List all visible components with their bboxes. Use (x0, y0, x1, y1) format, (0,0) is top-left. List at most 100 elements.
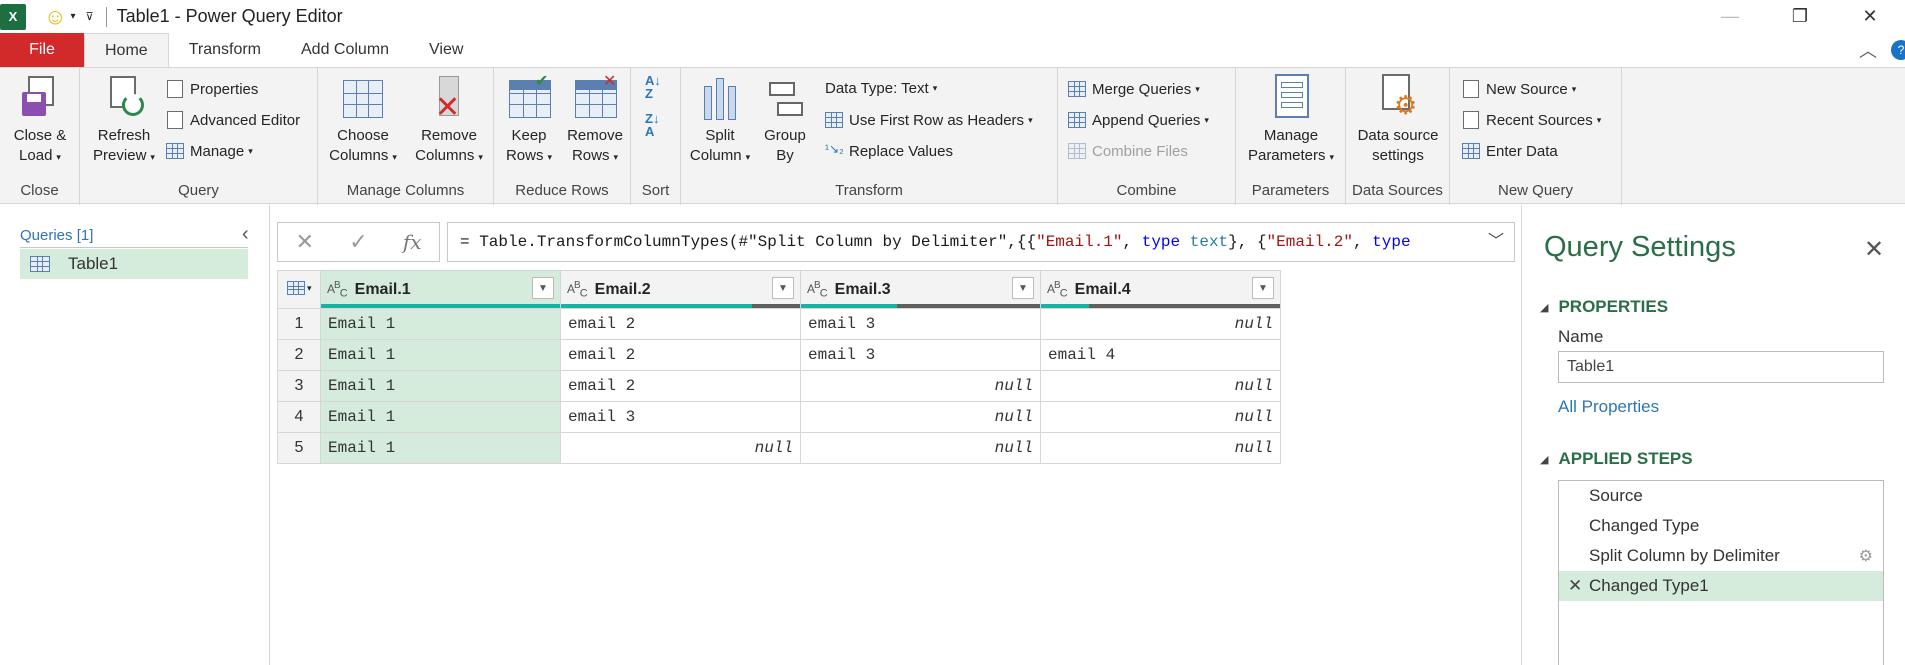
collapse-ribbon-icon[interactable]: ︿ (1859, 37, 1877, 63)
keep-rows-button[interactable]: ✔ Keep Rows ▾ (498, 73, 560, 167)
keep-rows-label-2: Rows ▾ (505, 147, 553, 164)
minimize-button[interactable]: — (1695, 0, 1765, 33)
table-cell[interactable]: Email 1 (320, 370, 561, 402)
row-number[interactable]: 2 (277, 339, 321, 371)
tab-file[interactable]: File (0, 33, 84, 67)
remove-rows-button[interactable]: ✕ Remove Rows ▾ (562, 73, 628, 167)
table-menu-button[interactable]: ▾ (277, 270, 321, 309)
feedback-dropdown-icon[interactable]: ▾ (70, 11, 75, 22)
refresh-preview-button[interactable]: Refresh Preview ▾ (84, 74, 164, 167)
group-manage-columns: Choose Columns ▾ ✕ Remove Columns ▾ Manage… (318, 68, 494, 205)
customize-quick-access-icon[interactable]: ⊽ (86, 10, 94, 23)
row-number[interactable]: 5 (277, 432, 321, 464)
table-cell[interactable]: email 3 (800, 339, 1041, 371)
properties-button[interactable]: Properties (166, 80, 258, 98)
sort-ascending-button[interactable]: A↓ Z (645, 74, 661, 100)
replace-values-button[interactable]: ¹↘₂ Replace Values (825, 142, 953, 160)
smiley-feedback-icon[interactable]: ☺ (44, 5, 66, 28)
split-column-button[interactable]: Split Column ▾ (685, 74, 755, 167)
delete-step-icon[interactable]: ✕ (1568, 576, 1582, 596)
choose-columns-label-2: Columns ▾ (329, 147, 397, 164)
column-header-email2[interactable]: ABC Email.2 ▼ (560, 270, 801, 309)
commit-formula-icon[interactable]: ✓ (332, 229, 386, 255)
text-type-icon[interactable]: ABC (807, 280, 828, 299)
column-filter-icon[interactable]: ▼ (772, 277, 794, 299)
table-cell[interactable]: null (800, 370, 1041, 402)
remove-columns-button[interactable]: ✕ Remove Columns ▾ (406, 74, 492, 167)
column-header-email4[interactable]: ABC Email.4 ▼ (1040, 270, 1281, 309)
text-type-icon[interactable]: ABC (567, 280, 588, 299)
enter-data-button[interactable]: Enter Data (1462, 142, 1558, 160)
table-cell[interactable]: email 2 (560, 308, 801, 340)
advanced-editor-button[interactable]: Advanced Editor (166, 111, 300, 129)
help-icon[interactable]: ? (1891, 40, 1905, 60)
column-header-email3[interactable]: ABC Email.3 ▼ (800, 270, 1041, 309)
keep-rows-label-1: Keep (511, 127, 547, 144)
query-item-table1[interactable]: Table1 (20, 249, 248, 279)
step-source[interactable]: Source (1559, 481, 1883, 511)
column-header-email1[interactable]: ABC Email.1 ▼ (320, 270, 561, 309)
table-cell[interactable]: Email 1 (320, 401, 561, 433)
all-properties-link[interactable]: All Properties (1558, 397, 1659, 417)
column-filter-icon[interactable]: ▼ (1012, 277, 1034, 299)
table-cell[interactable]: null (800, 401, 1041, 433)
data-type-dropdown[interactable]: Data Type: Text ▾ (825, 80, 937, 97)
data-source-settings-button[interactable]: ⚙ Data source settings (1350, 74, 1446, 166)
manage-button[interactable]: Manage ▾ (166, 142, 253, 160)
step-split-column[interactable]: Split Column by Delimiter ⚙ (1559, 541, 1883, 571)
query-name-input[interactable] (1558, 351, 1884, 383)
fx-icon[interactable]: fx (385, 230, 439, 254)
close-load-button[interactable]: Close & Load ▾ (4, 74, 76, 167)
merge-queries-button[interactable]: Merge Queries ▾ (1068, 80, 1200, 98)
row-number[interactable]: 4 (277, 401, 321, 433)
table-cell[interactable]: email 3 (800, 308, 1041, 340)
step-settings-gear-icon[interactable]: ⚙ (1859, 546, 1873, 566)
group-by-button[interactable]: Group By (757, 74, 813, 166)
restore-button[interactable]: ❐ (1765, 0, 1835, 33)
table-cell[interactable]: email 2 (560, 370, 801, 402)
use-first-row-headers-button[interactable]: Use First Row as Headers ▾ (825, 111, 1033, 129)
table-cell[interactable]: null (1040, 370, 1281, 402)
table-cell[interactable]: Email 1 (320, 432, 561, 464)
properties-section-header[interactable]: ◢ PROPERTIES (1540, 297, 1668, 317)
row-number[interactable]: 3 (277, 370, 321, 402)
step-changed-type[interactable]: Changed Type (1559, 511, 1883, 541)
choose-columns-button[interactable]: Choose Columns ▾ (322, 74, 404, 167)
column-filter-icon[interactable]: ▼ (532, 277, 554, 299)
combine-files-button[interactable]: Combine Files (1068, 142, 1188, 160)
text-type-icon[interactable]: ABC (327, 280, 348, 299)
manage-parameters-button[interactable]: Manage Parameters ▾ (1240, 74, 1342, 167)
table-cell[interactable]: null (560, 432, 801, 464)
table-cell[interactable]: email 2 (560, 339, 801, 371)
step-changed-type1[interactable]: ✕ Changed Type1 (1559, 571, 1883, 601)
recent-sources-button[interactable]: Recent Sources ▾ (1462, 111, 1601, 129)
group-label-parameters: Parameters (1251, 182, 1330, 199)
table-cell[interactable]: null (1040, 432, 1281, 464)
column-quality-bar (321, 304, 560, 308)
tab-add-column[interactable]: Add Column (281, 33, 409, 67)
collapse-queries-icon[interactable]: ‹ (242, 223, 249, 246)
text-type-icon[interactable]: ABC (1047, 280, 1068, 299)
table-cell[interactable]: null (1040, 401, 1281, 433)
close-window-button[interactable]: ✕ (1835, 0, 1905, 33)
table-cell[interactable]: email 4 (1040, 339, 1281, 371)
column-filter-icon[interactable]: ▼ (1252, 277, 1274, 299)
tab-transform[interactable]: Transform (169, 33, 281, 67)
expand-formula-icon[interactable]: ﹀ (1488, 223, 1504, 261)
tab-home[interactable]: Home (84, 33, 169, 67)
row-number[interactable]: 1 (277, 308, 321, 340)
table-cell[interactable]: null (1040, 308, 1281, 340)
append-queries-button[interactable]: Append Queries ▾ (1068, 111, 1209, 129)
sort-ascending-icon: A↓ Z (645, 73, 661, 101)
tab-view[interactable]: View (409, 33, 483, 67)
new-source-button[interactable]: New Source ▾ (1462, 80, 1576, 98)
sort-descending-button[interactable]: Z↓ A (645, 112, 659, 138)
formula-input[interactable]: = Table.TransformColumnTypes(#"Split Col… (447, 222, 1515, 262)
table-cell[interactable]: null (800, 432, 1041, 464)
table-cell[interactable]: email 3 (560, 401, 801, 433)
table-cell[interactable]: Email 1 (320, 339, 561, 371)
applied-steps-section-header[interactable]: ◢ APPLIED STEPS (1540, 449, 1693, 469)
cancel-formula-icon[interactable]: ✕ (278, 229, 332, 255)
table-cell[interactable]: Email 1 (320, 308, 561, 340)
close-settings-icon[interactable]: ✕ (1864, 235, 1884, 264)
